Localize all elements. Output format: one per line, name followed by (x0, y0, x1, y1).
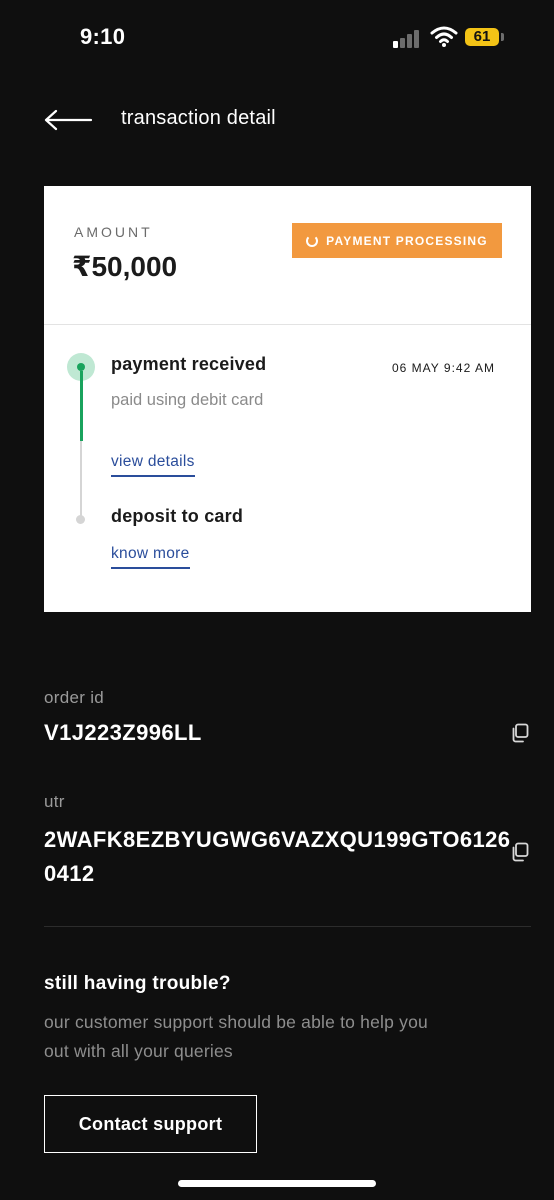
order-id-value: V1J223Z996LL (44, 720, 202, 745)
card-divider (44, 324, 531, 325)
status-badge: PAYMENT PROCESSING (292, 223, 502, 258)
contact-support-button[interactable]: Contact support (44, 1095, 257, 1153)
know-more-link[interactable]: know more (111, 545, 190, 569)
status-badge-label: PAYMENT PROCESSING (326, 233, 488, 248)
timeline-dot-pending (76, 515, 85, 524)
view-details-link[interactable]: view details (111, 453, 195, 477)
step-payment-received-time: 06 MAY 9:42 AM (392, 361, 495, 375)
signal-icon (393, 28, 423, 48)
utr-value: 2WAFK8EZBYUGWG6VAZXQU199GTO61260412 (44, 827, 511, 886)
utr-label: utr (44, 792, 65, 811)
step-deposit-to-card-title: deposit to card (111, 506, 244, 526)
timeline-dot-center (77, 363, 85, 371)
section-divider (44, 926, 531, 927)
wifi-icon (430, 26, 458, 47)
order-id-label: order id (44, 688, 105, 707)
copy-icon[interactable] (509, 841, 531, 863)
timeline-line-pending (80, 441, 82, 517)
copy-icon[interactable] (509, 722, 531, 744)
support-title: still having trouble? (44, 973, 231, 994)
amount-label: AMOUNT (74, 224, 153, 240)
transaction-card: AMOUNT ₹50,000 PAYMENT PROCESSING paymen… (44, 186, 531, 612)
battery-nub (501, 33, 504, 41)
step-payment-received-title: payment received (111, 354, 267, 374)
battery-icon: 61 (465, 28, 499, 46)
arrow-left-icon (44, 109, 93, 131)
timeline-line-complete (80, 371, 83, 441)
support-description: our customer support should be able to h… (44, 1012, 428, 1061)
status-time: 9:10 (80, 24, 126, 49)
home-indicator[interactable] (178, 1180, 376, 1187)
spinner-icon (306, 234, 319, 247)
step-payment-received-subtitle: paid using debit card (111, 391, 264, 409)
page-title: transaction detail (121, 107, 276, 129)
amount-value: ₹50,000 (72, 251, 178, 282)
back-button[interactable] (40, 106, 98, 136)
